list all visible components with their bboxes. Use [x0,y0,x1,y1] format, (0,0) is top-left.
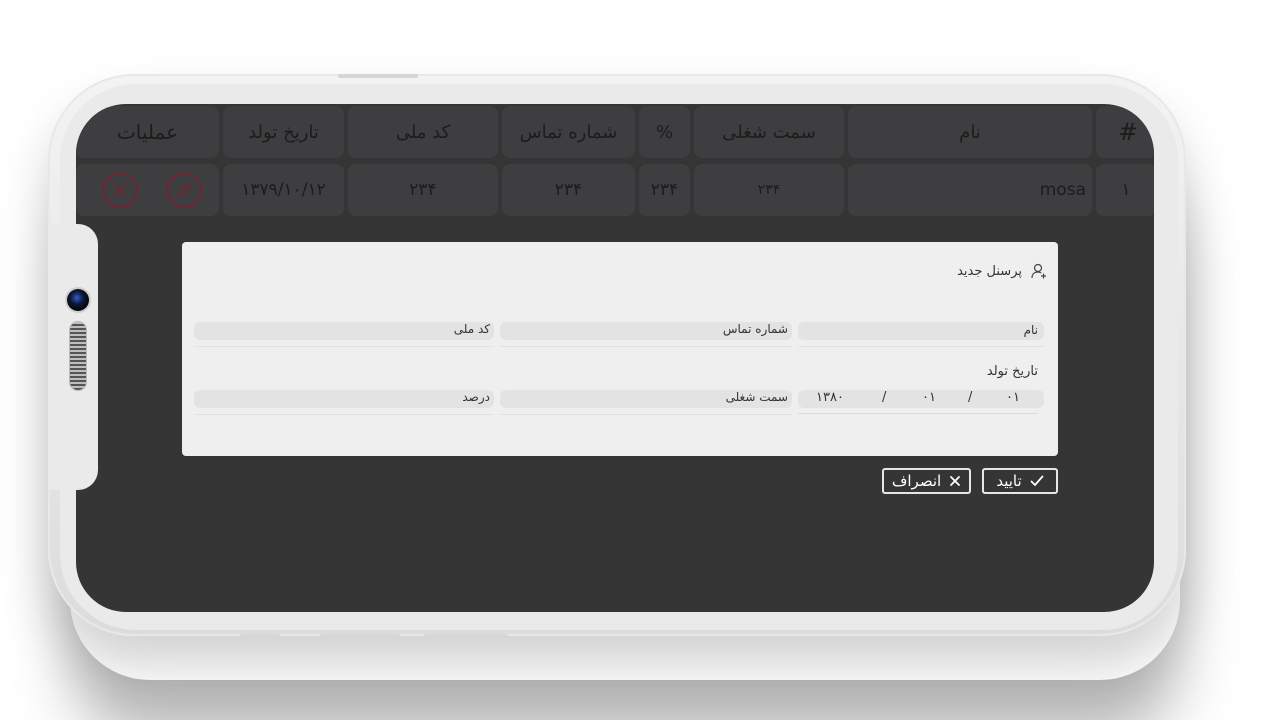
user-plus-icon [1031,263,1046,279]
percent-input[interactable] [194,414,494,415]
delete-button[interactable] [102,172,138,208]
pencil-icon [177,183,191,197]
camera-icon [67,289,89,311]
phone-input[interactable] [500,346,792,347]
cancel-button[interactable]: انصراف [882,468,971,494]
phone-label: شماره تماس [722,322,788,336]
birth-date-input[interactable] [798,413,1038,414]
row-index: ۱ [1096,164,1154,216]
dialog-title: پرسنل جدید [957,264,1022,279]
header-percent: % [639,106,690,158]
national-code-input[interactable] [194,346,494,347]
phone-side-button [338,74,418,78]
cancel-label: انصراف [891,472,942,490]
percent-field-bg [194,390,494,408]
date-separator: / [882,390,887,405]
header-name: نام [848,106,1092,158]
app-screen: # نام سمت شغلی % شماره تماس کد ملی تاریخ… [76,104,1154,612]
national-code-field-bg [194,322,494,340]
header-phone: شماره تماس [502,106,635,158]
edit-button[interactable] [166,172,202,208]
phone-side-button [424,634,508,638]
name-label: نام [1023,323,1038,337]
row-position: ۲۳۴ [694,164,844,216]
national-code-label: کد ملی [453,322,490,336]
row-phone: ۲۳۴ [502,164,635,216]
header-national-code: کد ملی [348,106,498,158]
close-icon [950,476,961,486]
confirm-button[interactable]: تایید [982,468,1058,494]
row-national-code: ۲۳۴ [348,164,498,216]
header-birth-date: تاریخ تولد [223,106,344,158]
close-icon [114,184,126,196]
birth-date-year[interactable]: ۱۳۸۰ [816,390,844,405]
name-input[interactable] [798,346,1044,347]
position-label: سمت شغلی [725,390,788,404]
row-percent: ۲۳۴ [639,164,690,216]
phone-side-button [320,634,400,638]
confirm-label: تایید [996,472,1022,490]
row-birth-date: ۱۳۷۹/۱۰/۱۲ [223,164,344,216]
header-actions: عملیات [76,106,219,158]
row-name: mosa [848,164,1092,216]
date-separator: / [968,390,973,405]
percent-label: درصد [462,390,490,404]
header-index: # [1096,106,1154,158]
name-field-bg [798,322,1044,340]
birth-date-day[interactable]: ۰۱ [1006,390,1020,405]
speaker-grille [70,322,86,390]
position-input[interactable] [500,414,792,415]
header-position: سمت شغلی [694,106,844,158]
check-icon [1030,475,1044,486]
birth-date-label: تاریخ تولد [986,364,1038,379]
new-personnel-dialog: پرسنل جدید نام شماره تماس کد ملی تاریخ ت… [182,242,1058,456]
phone-side-button [240,634,280,638]
birth-date-month[interactable]: ۰۱ [922,390,936,405]
